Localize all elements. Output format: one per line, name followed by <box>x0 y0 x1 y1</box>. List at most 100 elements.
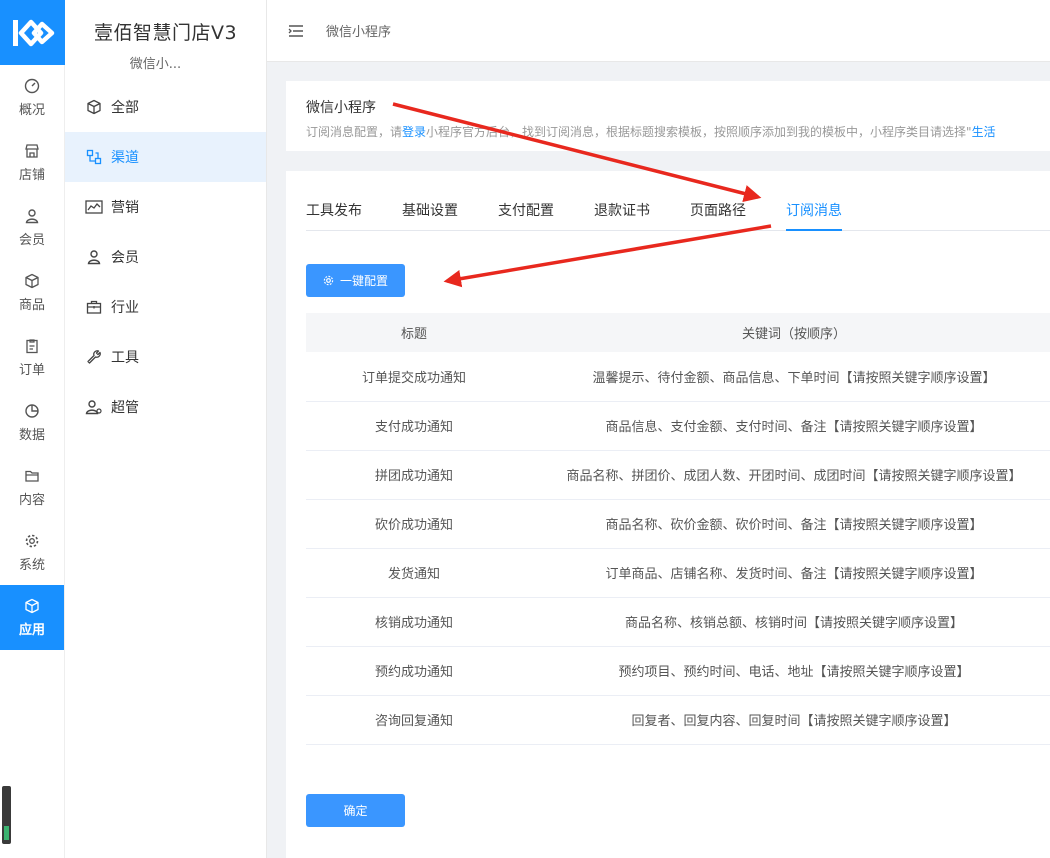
login-link[interactable]: 登录 <box>402 125 426 139</box>
rail-item-label: 系统 <box>18 558 45 573</box>
rail-item-label: 数据 <box>18 428 45 443</box>
settings-tabs: 工具发布 基础设置 支付配置 退款证书 页面路径 订阅消息 <box>306 195 1050 231</box>
rail-item-7[interactable]: 系统 <box>0 520 64 585</box>
cube-icon <box>85 98 103 116</box>
table-row: 支付成功通知 商品信息、支付金额、支付时间、备注【请按照关键字顺序设置】 <box>306 401 1050 451</box>
gear-icon <box>24 532 40 550</box>
rail-item-label: 订单 <box>18 363 45 378</box>
rail-item-label: 商品 <box>18 298 45 313</box>
auto-config-button[interactable]: 一键配置 <box>306 264 405 297</box>
breadcrumb: 微信小程序 <box>326 25 392 40</box>
table-row: 发货通知 订单商品、店铺名称、发货时间、备注【请按照关键字顺序设置】 <box>306 548 1050 598</box>
template-keywords-cell: 温馨提示、待付金额、商品信息、下单时间【请按照关键字顺序设置】 <box>522 352 1050 402</box>
top-bar: 微信小程序 <box>267 0 1050 62</box>
sidebar-item-label: 会员 <box>111 250 139 266</box>
column-header-title: 标题 <box>306 313 522 352</box>
main-card: 工具发布 基础设置 支付配置 退款证书 页面路径 订阅消息 一键配置 标题 关键词（按顺序… <box>286 171 1050 858</box>
rail-item-label: 内容 <box>18 493 45 508</box>
rail-item-label: 店铺 <box>18 168 45 183</box>
store-name: 壹佰智慧门店V3 <box>93 22 238 44</box>
table-row: 预约成功通知 预约项目、预约时间、电话、地址【请按照关键字顺序设置】 <box>306 646 1050 696</box>
sidebar-item-label: 营销 <box>111 200 139 216</box>
template-title-cell: 发货通知 <box>306 548 522 598</box>
logo-icon <box>12 19 54 46</box>
template-title-cell: 核销成功通知 <box>306 597 522 647</box>
rail-item-label: 概况 <box>18 103 45 118</box>
store-subtitle: 微信小... <box>129 57 182 72</box>
table-row: 咨询回复通知 回复者、回复内容、回复时间【请按照关键字顺序设置】 <box>306 695 1050 745</box>
gear-icon <box>323 275 334 286</box>
template-title-cell: 砍价成功通知 <box>306 499 522 549</box>
table-row: 订单提交成功通知 温馨提示、待付金额、商品信息、下单时间【请按照关键字顺序设置】 <box>306 352 1050 402</box>
template-table: 标题 关键词（按顺序） 订单提交成功通知 温馨提示、待付金额、商品信息、下单时间【… <box>306 313 1050 745</box>
rail-item-8[interactable]: 应用 <box>0 585 64 650</box>
briefcase-icon <box>85 298 103 316</box>
cube-icon <box>24 597 40 615</box>
sidebar-item-label: 工具 <box>111 350 139 366</box>
store-header: 壹佰智慧门店V3 微信小... <box>65 0 266 82</box>
table-header-row: 标题 关键词（按顺序） <box>306 313 1050 352</box>
template-title-cell: 支付成功通知 <box>306 401 522 451</box>
sub-navigation: 壹佰智慧门店V3 微信小... 全部渠道营销会员行业工具超管 <box>65 0 267 858</box>
sidebar-item-2[interactable]: 营销 <box>65 182 266 232</box>
icon-rail: 概况店铺会员商品订单数据内容系统应用 <box>0 0 65 858</box>
sidebar-item-label: 行业 <box>111 300 139 316</box>
table-row: 砍价成功通知 商品名称、砍价金额、砍价时间、备注【请按照关键字顺序设置】 <box>306 499 1050 549</box>
pie-chart-icon <box>24 402 40 420</box>
admin-user-icon <box>85 398 103 416</box>
template-keywords-cell: 商品名称、拼团价、成团人数、开团时间、成团时间【请按照关键字顺序设置】 <box>522 450 1050 500</box>
tab-0[interactable]: 工具发布 <box>306 195 362 231</box>
sidebar-item-5[interactable]: 工具 <box>65 332 266 382</box>
config-description: 订阅消息配置，请登录小程序官方后台，找到订阅消息，根据标题搜索模板，按照顺序添加… <box>306 123 1050 140</box>
store-icon <box>24 142 40 160</box>
template-keywords-cell: 订单商品、店铺名称、发货时间、备注【请按照关键字顺序设置】 <box>522 548 1050 598</box>
rail-item-3[interactable]: 商品 <box>0 260 64 325</box>
table-row: 拼团成功通知 商品名称、拼团价、成团人数、开团时间、成团时间【请按照关键字顺序设置… <box>306 450 1050 500</box>
auto-config-label: 一键配置 <box>339 274 388 288</box>
cube-icon <box>24 272 40 290</box>
template-keywords-cell: 商品名称、核销总额、核销时间【请按照关键字顺序设置】 <box>522 597 1050 647</box>
template-title-cell: 咨询回复通知 <box>306 695 522 745</box>
desc-text: 小程序官方后台，找到订阅消息，根据标题搜索模板，按照顺序添加到我的模板中，小程序… <box>426 125 972 139</box>
tab-5[interactable]: 订阅消息 <box>786 195 842 231</box>
rail-item-0[interactable]: 概况 <box>0 65 64 130</box>
rail-item-4[interactable]: 订单 <box>0 325 64 390</box>
user-icon <box>24 207 40 225</box>
rail-item-2[interactable]: 会员 <box>0 195 64 260</box>
rail-item-5[interactable]: 数据 <box>0 390 64 455</box>
template-keywords-cell: 回复者、回复内容、回复时间【请按照关键字顺序设置】 <box>522 695 1050 745</box>
rail-item-label: 会员 <box>18 233 45 248</box>
tab-1[interactable]: 基础设置 <box>402 195 458 231</box>
template-keywords-cell: 预约项目、预约时间、电话、地址【请按照关键字顺序设置】 <box>522 646 1050 696</box>
clipboard-icon <box>24 337 40 355</box>
sidebar-item-label: 渠道 <box>111 150 139 166</box>
confirm-button[interactable]: 确定 <box>306 794 405 827</box>
sidebar-item-label: 超管 <box>111 400 139 416</box>
channel-icon <box>85 148 103 166</box>
level-gauge <box>2 786 11 844</box>
menu-toggle-icon[interactable] <box>288 23 304 39</box>
tab-4[interactable]: 页面路径 <box>690 195 746 231</box>
template-title-cell: 订单提交成功通知 <box>306 352 522 402</box>
info-card: 微信小程序 订阅消息配置，请登录小程序官方后台，找到订阅消息，根据标题搜索模板，… <box>286 81 1050 151</box>
table-row: 核销成功通知 商品名称、核销总额、核销时间【请按照关键字顺序设置】 <box>306 597 1050 647</box>
folder-icon <box>24 467 40 485</box>
template-keywords-cell: 商品名称、砍价金额、砍价时间、备注【请按照关键字顺序设置】 <box>522 499 1050 549</box>
sidebar-item-label: 全部 <box>111 100 139 116</box>
user-icon <box>85 248 103 266</box>
desc-text: 订阅消息配置，请 <box>306 125 403 139</box>
template-keywords-cell: 商品信息、支付金额、支付时间、备注【请按照关键字顺序设置】 <box>522 401 1050 451</box>
sidebar-item-0[interactable]: 全部 <box>65 82 266 132</box>
template-title-cell: 预约成功通知 <box>306 646 522 696</box>
column-header-keywords: 关键词（按顺序） <box>522 313 1050 352</box>
tab-3[interactable]: 退款证书 <box>594 195 650 231</box>
rail-item-1[interactable]: 店铺 <box>0 130 64 195</box>
template-title-cell: 拼团成功通知 <box>306 450 522 500</box>
category-link[interactable]: 生活 <box>972 125 996 139</box>
tab-2[interactable]: 支付配置 <box>498 195 554 231</box>
sidebar-item-3[interactable]: 会员 <box>65 232 266 282</box>
rail-item-6[interactable]: 内容 <box>0 455 64 520</box>
sidebar-item-4[interactable]: 行业 <box>65 282 266 332</box>
sidebar-item-6[interactable]: 超管 <box>65 382 266 432</box>
sidebar-item-1[interactable]: 渠道 <box>65 132 266 182</box>
